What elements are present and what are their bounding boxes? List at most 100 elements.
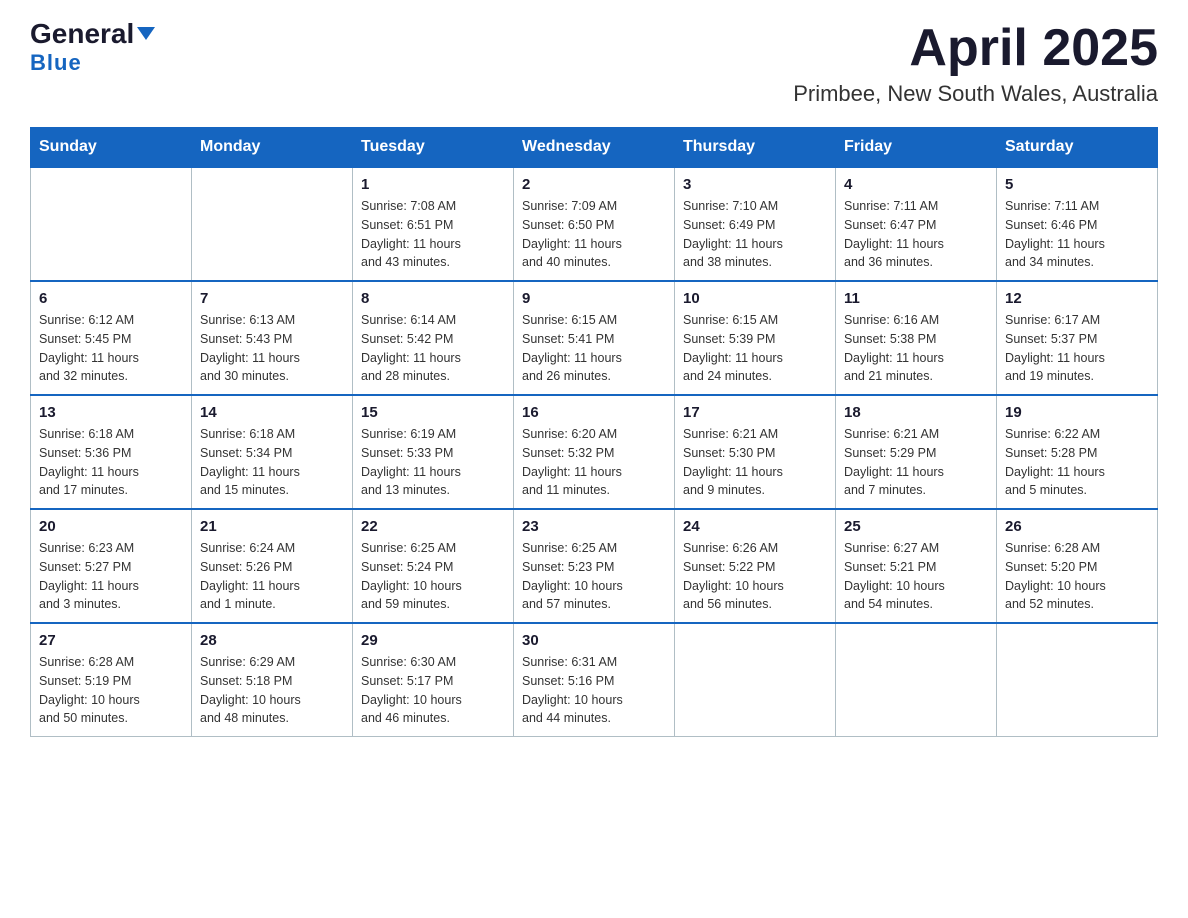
calendar-cell: 4 Sunrise: 7:11 AMSunset: 6:47 PMDaylight… — [836, 167, 997, 281]
day-number: 11 — [844, 290, 988, 307]
logo-general: General — [30, 20, 155, 48]
page-header: General Blue April 2025 Primbee, New Sou… — [30, 20, 1158, 107]
day-number: 15 — [361, 404, 505, 421]
day-info: Sunrise: 6:26 AMSunset: 5:22 PMDaylight:… — [683, 539, 827, 614]
calendar-cell: 22Sunrise: 6:25 AMSunset: 5:24 PMDayligh… — [353, 509, 514, 623]
calendar-cell: 29Sunrise: 6:30 AMSunset: 5:17 PMDayligh… — [353, 623, 514, 737]
day-info: Sunrise: 6:23 AMSunset: 5:27 PMDaylight:… — [39, 539, 183, 614]
day-info: Sunrise: 7:08 AMSunset: 6:51 PMDaylight:… — [361, 197, 505, 272]
calendar-cell: 25 Sunrise: 6:27 AMSunset: 5:21 PMDayligh… — [836, 509, 997, 623]
day-info: Sunrise: 6:27 AMSunset: 5:21 PMDaylight:… — [844, 539, 988, 614]
day-info: Sunrise: 6:18 AMSunset: 5:34 PMDaylight:… — [200, 425, 344, 500]
calendar-cell: 21Sunrise: 6:24 AMSunset: 5:26 PMDayligh… — [192, 509, 353, 623]
day-number: 30 — [522, 632, 666, 649]
calendar-cell: 18 Sunrise: 6:21 AMSunset: 5:29 PMDayligh… — [836, 395, 997, 509]
week-row-4: 20 Sunrise: 6:23 AMSunset: 5:27 PMDayligh… — [31, 509, 1158, 623]
day-number: 20 — [39, 518, 183, 535]
day-info: Sunrise: 6:21 AMSunset: 5:29 PMDaylight:… — [844, 425, 988, 500]
day-number: 24 — [683, 518, 827, 535]
calendar-cell: 1 Sunrise: 7:08 AMSunset: 6:51 PMDaylight… — [353, 167, 514, 281]
day-info: Sunrise: 6:14 AMSunset: 5:42 PMDaylight:… — [361, 311, 505, 386]
day-number: 16 — [522, 404, 666, 421]
calendar-cell — [675, 623, 836, 737]
day-number: 6 — [39, 290, 183, 307]
day-info: Sunrise: 7:11 AMSunset: 6:47 PMDaylight:… — [844, 197, 988, 272]
calendar-cell: 30 Sunrise: 6:31 AMSunset: 5:16 PMDayligh… — [514, 623, 675, 737]
calendar-cell: 9 Sunrise: 6:15 AMSunset: 5:41 PMDaylight… — [514, 281, 675, 395]
calendar-cell: 20 Sunrise: 6:23 AMSunset: 5:27 PMDayligh… — [31, 509, 192, 623]
week-row-1: 1 Sunrise: 7:08 AMSunset: 6:51 PMDaylight… — [31, 167, 1158, 281]
day-number: 25 — [844, 518, 988, 535]
page-title: April 2025 — [793, 20, 1158, 77]
day-info: Sunrise: 6:29 AMSunset: 5:18 PMDaylight:… — [200, 653, 344, 728]
calendar-cell: 10 Sunrise: 6:15 AMSunset: 5:39 PMDayligh… — [675, 281, 836, 395]
day-number: 27 — [39, 632, 183, 649]
calendar-cell — [192, 167, 353, 281]
day-number: 4 — [844, 176, 988, 193]
day-info: Sunrise: 6:20 AMSunset: 5:32 PMDaylight:… — [522, 425, 666, 500]
calendar-table: SundayMondayTuesdayWednesdayThursdayFrid… — [30, 127, 1158, 737]
day-info: Sunrise: 6:28 AMSunset: 5:19 PMDaylight:… — [39, 653, 183, 728]
weekday-header-thursday: Thursday — [675, 128, 836, 168]
day-number: 13 — [39, 404, 183, 421]
day-number: 3 — [683, 176, 827, 193]
day-info: Sunrise: 6:16 AMSunset: 5:38 PMDaylight:… — [844, 311, 988, 386]
weekday-header-sunday: Sunday — [31, 128, 192, 168]
day-info: Sunrise: 6:25 AMSunset: 5:24 PMDaylight:… — [361, 539, 505, 614]
calendar-cell: 27 Sunrise: 6:28 AMSunset: 5:19 PMDayligh… — [31, 623, 192, 737]
day-number: 7 — [200, 290, 344, 307]
calendar-cell: 28Sunrise: 6:29 AMSunset: 5:18 PMDayligh… — [192, 623, 353, 737]
day-info: Sunrise: 6:15 AMSunset: 5:41 PMDaylight:… — [522, 311, 666, 386]
day-info: Sunrise: 6:24 AMSunset: 5:26 PMDaylight:… — [200, 539, 344, 614]
calendar-cell: 16 Sunrise: 6:20 AMSunset: 5:32 PMDayligh… — [514, 395, 675, 509]
weekday-header-monday: Monday — [192, 128, 353, 168]
weekday-header-saturday: Saturday — [997, 128, 1158, 168]
week-row-2: 6 Sunrise: 6:12 AMSunset: 5:45 PMDaylight… — [31, 281, 1158, 395]
calendar-cell: 13 Sunrise: 6:18 AMSunset: 5:36 PMDayligh… — [31, 395, 192, 509]
week-row-3: 13 Sunrise: 6:18 AMSunset: 5:36 PMDayligh… — [31, 395, 1158, 509]
calendar-cell: 3Sunrise: 7:10 AMSunset: 6:49 PMDaylight… — [675, 167, 836, 281]
calendar-cell: 23Sunrise: 6:25 AMSunset: 5:23 PMDayligh… — [514, 509, 675, 623]
calendar-cell — [31, 167, 192, 281]
calendar-cell: 19Sunrise: 6:22 AMSunset: 5:28 PMDayligh… — [997, 395, 1158, 509]
calendar-cell: 15 Sunrise: 6:19 AMSunset: 5:33 PMDayligh… — [353, 395, 514, 509]
calendar-cell: 8 Sunrise: 6:14 AMSunset: 5:42 PMDaylight… — [353, 281, 514, 395]
page-subtitle: Primbee, New South Wales, Australia — [793, 81, 1158, 107]
day-info: Sunrise: 6:15 AMSunset: 5:39 PMDaylight:… — [683, 311, 827, 386]
calendar-cell: 2Sunrise: 7:09 AMSunset: 6:50 PMDaylight… — [514, 167, 675, 281]
day-info: Sunrise: 6:28 AMSunset: 5:20 PMDaylight:… — [1005, 539, 1149, 614]
day-number: 10 — [683, 290, 827, 307]
day-info: Sunrise: 6:19 AMSunset: 5:33 PMDaylight:… — [361, 425, 505, 500]
day-info: Sunrise: 6:21 AMSunset: 5:30 PMDaylight:… — [683, 425, 827, 500]
calendar-cell: 6 Sunrise: 6:12 AMSunset: 5:45 PMDaylight… — [31, 281, 192, 395]
calendar-cell: 7 Sunrise: 6:13 AMSunset: 5:43 PMDaylight… — [192, 281, 353, 395]
day-info: Sunrise: 6:22 AMSunset: 5:28 PMDaylight:… — [1005, 425, 1149, 500]
day-number: 23 — [522, 518, 666, 535]
weekday-header-wednesday: Wednesday — [514, 128, 675, 168]
day-number: 8 — [361, 290, 505, 307]
calendar-cell: 14 Sunrise: 6:18 AMSunset: 5:34 PMDayligh… — [192, 395, 353, 509]
logo: General Blue — [30, 20, 155, 76]
day-number: 26 — [1005, 518, 1149, 535]
calendar-cell: 17 Sunrise: 6:21 AMSunset: 5:30 PMDayligh… — [675, 395, 836, 509]
day-number: 9 — [522, 290, 666, 307]
calendar-cell — [997, 623, 1158, 737]
day-info: Sunrise: 6:12 AMSunset: 5:45 PMDaylight:… — [39, 311, 183, 386]
calendar-cell: 24 Sunrise: 6:26 AMSunset: 5:22 PMDayligh… — [675, 509, 836, 623]
day-info: Sunrise: 7:11 AMSunset: 6:46 PMDaylight:… — [1005, 197, 1149, 272]
day-info: Sunrise: 6:17 AMSunset: 5:37 PMDaylight:… — [1005, 311, 1149, 386]
day-info: Sunrise: 6:18 AMSunset: 5:36 PMDaylight:… — [39, 425, 183, 500]
day-info: Sunrise: 6:31 AMSunset: 5:16 PMDaylight:… — [522, 653, 666, 728]
day-info: Sunrise: 7:09 AMSunset: 6:50 PMDaylight:… — [522, 197, 666, 272]
day-number: 18 — [844, 404, 988, 421]
day-number: 14 — [200, 404, 344, 421]
day-info: Sunrise: 6:13 AMSunset: 5:43 PMDaylight:… — [200, 311, 344, 386]
day-number: 1 — [361, 176, 505, 193]
calendar-cell: 11 Sunrise: 6:16 AMSunset: 5:38 PMDayligh… — [836, 281, 997, 395]
calendar-header-row: SundayMondayTuesdayWednesdayThursdayFrid… — [31, 128, 1158, 168]
day-number: 17 — [683, 404, 827, 421]
day-number: 5 — [1005, 176, 1149, 193]
title-block: April 2025 Primbee, New South Wales, Aus… — [793, 20, 1158, 107]
calendar-cell: 26 Sunrise: 6:28 AMSunset: 5:20 PMDayligh… — [997, 509, 1158, 623]
day-info: Sunrise: 6:30 AMSunset: 5:17 PMDaylight:… — [361, 653, 505, 728]
